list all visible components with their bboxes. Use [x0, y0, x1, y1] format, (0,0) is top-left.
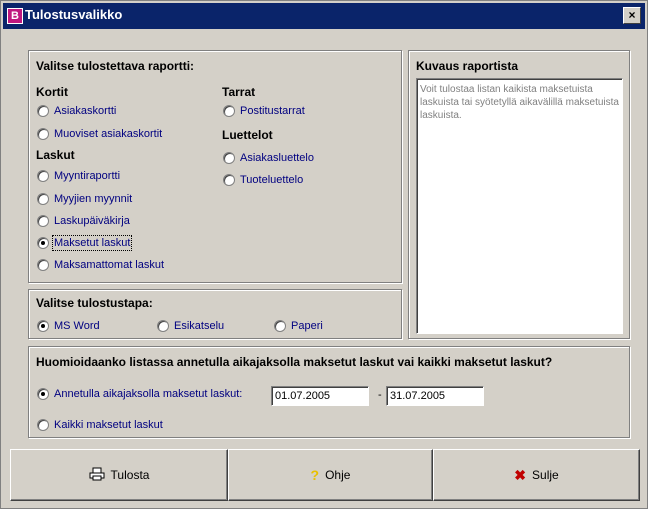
radio-button-icon[interactable]	[37, 259, 49, 271]
description-title: Kuvaus raportista	[416, 59, 519, 73]
luettelot-heading: Luettelot	[222, 128, 273, 142]
print-menu-window: B Tulostusvalikko × Valitse tulostettava…	[0, 0, 648, 509]
report-group-title: Valitse tulostettava raportti:	[36, 59, 195, 73]
radio-maksamattomat-laskut[interactable]: Maksamattomat laskut	[37, 257, 164, 273]
radio-button-icon[interactable]	[37, 320, 49, 332]
help-button-label: Ohje	[325, 468, 351, 482]
radio-muoviset-asiakaskortit[interactable]: Muoviset asiakaskortit	[37, 126, 162, 142]
option-label: Paperi	[291, 320, 323, 332]
start-date-input[interactable]: 01.07.2005	[271, 386, 369, 406]
radio-button-icon[interactable]	[223, 152, 235, 164]
radio-paperi[interactable]: Paperi	[274, 318, 323, 334]
print-button-label: Tulosta	[110, 468, 150, 482]
option-label: Annetulla aikajaksolla maksetut laskut:	[54, 388, 243, 400]
radio-button-icon[interactable]	[37, 128, 49, 140]
option-label: Kaikki maksetut laskut	[54, 419, 163, 431]
radio-myyntiraportti[interactable]: Myyntiraportti	[37, 168, 120, 184]
title-bar[interactable]: B Tulostusvalikko ×	[3, 3, 645, 29]
radio-button-icon[interactable]	[37, 419, 49, 431]
kortit-heading: Kortit	[36, 85, 68, 99]
report-group: Valitse tulostettava raportti: Kortit As…	[28, 50, 402, 283]
app-icon: B	[7, 8, 23, 24]
radio-maksetut-laskut[interactable]: Maksetut laskut	[37, 235, 133, 251]
option-label: Maksamattomat laskut	[54, 259, 165, 271]
close-button[interactable]: ✖ Sulje	[433, 449, 640, 501]
print-button[interactable]: Tulosta	[10, 449, 228, 501]
radio-period-paid[interactable]: Annetulla aikajaksolla maksetut laskut:	[37, 386, 242, 402]
laskut-heading: Laskut	[36, 148, 75, 162]
radio-button-icon[interactable]	[37, 193, 49, 205]
question-icon: ?	[310, 467, 320, 483]
description-text: Voit tulostaa listan kaikista maksetuist…	[416, 78, 623, 334]
radio-postitustarrat[interactable]: Postitustarrat	[223, 103, 305, 119]
tarrat-heading: Tarrat	[222, 85, 256, 99]
option-label: Tuoteluettelo	[240, 174, 304, 186]
period-group-title: Huomioidaanko listassa annetulla aikajak…	[36, 355, 553, 369]
option-label: Myyntiraportti	[54, 170, 121, 182]
radio-asiakasluettelo[interactable]: Asiakasluettelo	[223, 150, 314, 166]
radio-button-icon[interactable]	[37, 388, 49, 400]
radio-ms-word[interactable]: MS Word	[37, 318, 100, 334]
date-separator: -	[378, 389, 382, 401]
radio-button-icon[interactable]	[274, 320, 286, 332]
option-label: MS Word	[54, 320, 100, 332]
output-group: Valitse tulostustapa: MS Word Esikatselu…	[28, 289, 402, 339]
radio-button-icon[interactable]	[37, 215, 49, 227]
window-close-button[interactable]: ×	[623, 7, 641, 24]
output-group-title: Valitse tulostustapa:	[36, 296, 153, 310]
option-label: Laskupäiväkirja	[54, 215, 130, 227]
window-title: Tulostusvalikko	[25, 7, 123, 22]
radio-button-icon[interactable]	[37, 105, 49, 117]
option-label: Asiakaskortti	[54, 105, 117, 117]
radio-button-icon[interactable]	[37, 170, 49, 182]
radio-asiakaskortti[interactable]: Asiakaskortti	[37, 103, 116, 119]
radio-tuoteluettelo[interactable]: Tuoteluettelo	[223, 172, 303, 188]
radio-all-paid[interactable]: Kaikki maksetut laskut	[37, 417, 163, 433]
option-label: Esikatselu	[174, 320, 225, 332]
radio-button-icon[interactable]	[223, 105, 235, 117]
option-label: Maksetut laskut	[51, 235, 133, 251]
radio-esikatselu[interactable]: Esikatselu	[157, 318, 224, 334]
radio-laskupaivakirja[interactable]: Laskupäiväkirja	[37, 213, 130, 229]
radio-button-icon[interactable]	[37, 237, 49, 249]
radio-button-icon[interactable]	[223, 174, 235, 186]
option-label: Asiakasluettelo	[240, 152, 314, 164]
printer-icon	[89, 467, 105, 484]
radio-button-icon[interactable]	[157, 320, 169, 332]
option-label: Muoviset asiakaskortit	[54, 128, 163, 140]
end-date-input[interactable]: 31.07.2005	[386, 386, 484, 406]
close-button-label: Sulje	[532, 468, 559, 482]
option-label: Myyjien myynnit	[54, 193, 133, 205]
option-label: Postitustarrat	[240, 105, 305, 117]
help-button[interactable]: ? Ohje	[228, 449, 433, 501]
radio-myyjien-myynnit[interactable]: Myyjien myynnit	[37, 191, 132, 207]
x-icon: ✖	[514, 466, 527, 483]
